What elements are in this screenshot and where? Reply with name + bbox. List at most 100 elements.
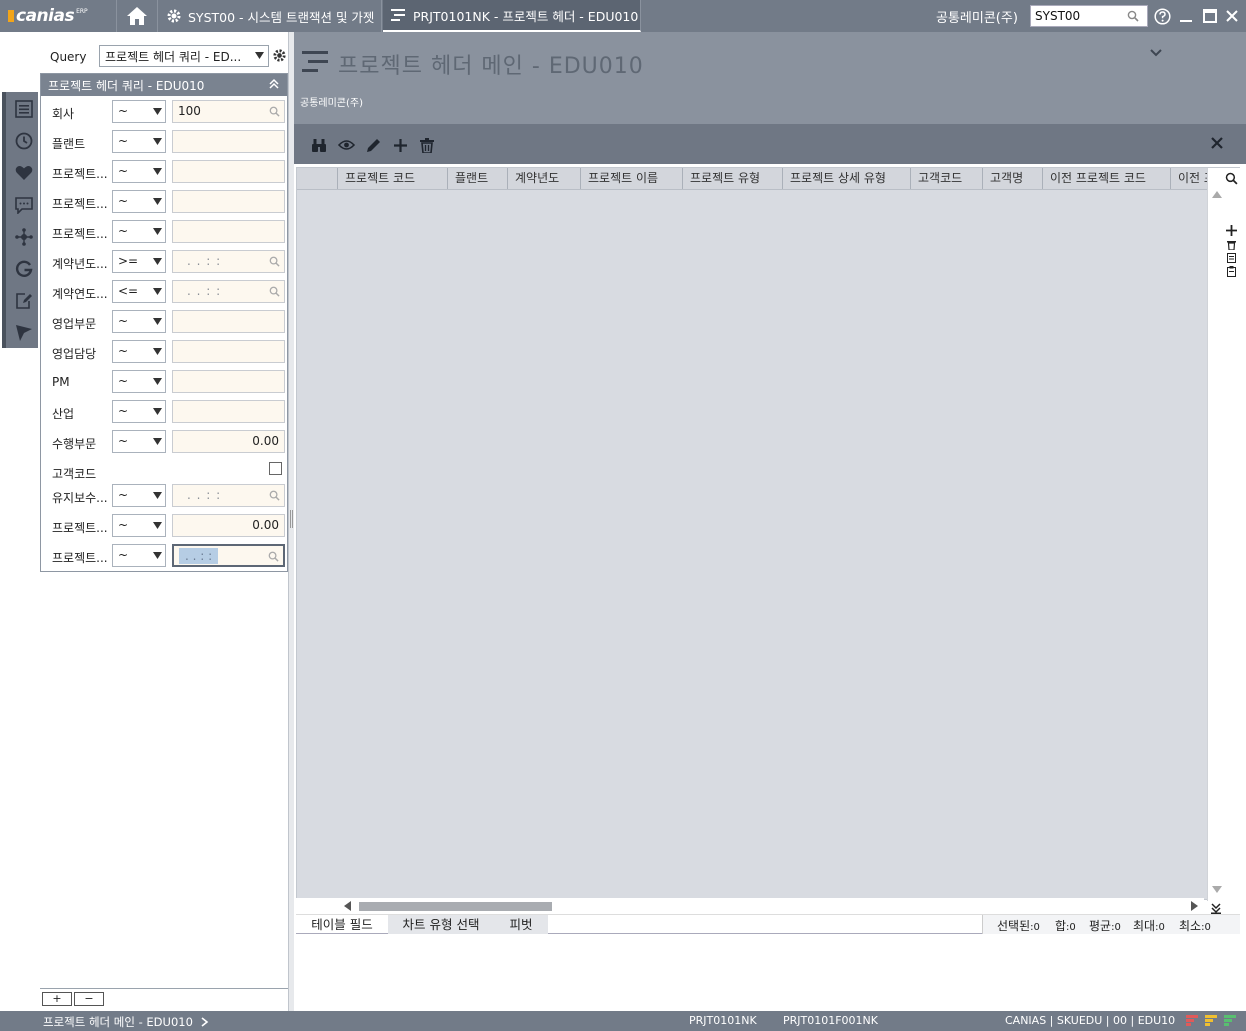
field-value-input[interactable] bbox=[172, 310, 285, 333]
data-grid[interactable]: 프로젝트 코드 플랜트 계약년도 프로젝트 이름 프로젝트 유형 프로젝트 상세 유형 고객… bbox=[296, 167, 1240, 901]
user-search-input[interactable] bbox=[1031, 6, 1127, 26]
network-button[interactable] bbox=[13, 226, 35, 248]
field-value-input[interactable] bbox=[172, 370, 285, 393]
field-value-input[interactable]: 0.00 bbox=[172, 430, 285, 453]
search-icon[interactable] bbox=[269, 256, 280, 267]
close-grid-button[interactable] bbox=[1210, 136, 1224, 153]
query-settings-button[interactable] bbox=[272, 48, 287, 66]
close-window-button[interactable] bbox=[1222, 6, 1242, 26]
field-operator-select[interactable]: ~ bbox=[112, 100, 166, 123]
search-icon[interactable] bbox=[1225, 172, 1238, 185]
field-value-input[interactable]: 100 bbox=[172, 100, 285, 123]
field-value-input[interactable]: . . : : bbox=[172, 484, 285, 507]
scroll-down-icon[interactable] bbox=[1212, 885, 1222, 894]
tab-chart-type[interactable]: 차트 유형 선택 bbox=[388, 915, 494, 934]
column-header[interactable]: 프로젝트 이름 bbox=[580, 168, 682, 189]
field-value-input[interactable] bbox=[172, 190, 285, 213]
remove-query-row-button[interactable]: − bbox=[74, 992, 104, 1006]
field-checkbox[interactable] bbox=[269, 462, 282, 475]
field-operator-select[interactable]: ~ bbox=[112, 370, 166, 393]
field-value-input[interactable] bbox=[172, 160, 285, 183]
history-button[interactable] bbox=[13, 130, 35, 152]
field-operator-select[interactable]: ~ bbox=[112, 220, 166, 243]
field-value-input[interactable] bbox=[172, 400, 285, 423]
search-icon[interactable] bbox=[269, 286, 280, 297]
field-operator-select[interactable]: ~ bbox=[112, 160, 166, 183]
column-header[interactable]: 프로젝트 상세 유형 bbox=[782, 168, 910, 189]
tab-pivot[interactable]: 피벗 bbox=[494, 915, 548, 934]
tab-table-fields[interactable]: 테이블 필드 bbox=[300, 915, 384, 934]
user-search-box[interactable] bbox=[1030, 5, 1148, 27]
query-select[interactable]: 프로젝트 헤더 쿼리 - ED... bbox=[99, 45, 269, 67]
column-header[interactable]: 플랜트 bbox=[447, 168, 507, 189]
scroll-right-icon[interactable] bbox=[1190, 901, 1198, 911]
home-button[interactable] bbox=[116, 0, 158, 32]
maximize-button[interactable] bbox=[1200, 6, 1220, 26]
help-button[interactable] bbox=[1152, 6, 1172, 26]
field-value-input[interactable]: 0.00 bbox=[172, 514, 285, 537]
query-panel-header[interactable]: 프로젝트 헤더 쿼리 - EDU010 bbox=[41, 74, 287, 96]
field-operator-select[interactable]: ~ bbox=[112, 310, 166, 333]
field-value-input[interactable] bbox=[172, 130, 285, 153]
field-operator-select[interactable]: ~ bbox=[112, 544, 166, 567]
status-breadcrumb[interactable]: 프로젝트 헤더 메인 - EDU010 bbox=[43, 1014, 209, 1030]
copy-row-icon[interactable] bbox=[1227, 253, 1236, 263]
edit-button[interactable] bbox=[364, 136, 382, 154]
field-operator-select[interactable]: ~ bbox=[112, 130, 166, 153]
find-button[interactable] bbox=[310, 136, 328, 154]
add-button[interactable] bbox=[391, 136, 409, 154]
green-flag-icon[interactable] bbox=[1224, 1014, 1236, 1027]
tab-syst00[interactable]: SYST00 - 시스템 트랜잭션 및 가젯 bbox=[158, 0, 382, 32]
favorites-button[interactable] bbox=[13, 162, 35, 184]
row-selector-header[interactable] bbox=[297, 168, 337, 189]
column-header[interactable]: 계약년도 bbox=[507, 168, 580, 189]
search-icon[interactable] bbox=[1127, 10, 1139, 22]
delete-row-icon[interactable] bbox=[1227, 240, 1236, 250]
navigate-button[interactable] bbox=[13, 322, 35, 344]
search-icon[interactable] bbox=[269, 106, 280, 117]
column-header[interactable]: 고객명 bbox=[982, 168, 1042, 189]
scroll-up-icon[interactable] bbox=[1212, 190, 1222, 199]
field-operator-select[interactable]: >= bbox=[112, 250, 166, 273]
add-query-row-button[interactable]: + bbox=[42, 992, 72, 1006]
add-row-icon[interactable] bbox=[1226, 225, 1237, 236]
minimize-button[interactable] bbox=[1176, 6, 1196, 26]
tab-prjt0101nk[interactable]: PRJT0101NK - 프로젝트 헤더 - EDU010 bbox=[383, 0, 641, 32]
scroll-thumb[interactable] bbox=[359, 902, 552, 911]
field-operator-select[interactable]: ~ bbox=[112, 514, 166, 537]
field-operator-select[interactable]: ~ bbox=[112, 400, 166, 423]
paste-row-icon[interactable] bbox=[1227, 266, 1236, 277]
search-icon[interactable] bbox=[268, 551, 279, 562]
field-value-input[interactable]: . . : : bbox=[172, 250, 285, 273]
field-value-input[interactable]: . . : : bbox=[172, 544, 285, 567]
scroll-to-bottom-icon[interactable] bbox=[1211, 902, 1221, 914]
search-icon[interactable] bbox=[269, 490, 280, 501]
red-flag-icon[interactable] bbox=[1186, 1014, 1198, 1027]
field-value-input[interactable] bbox=[172, 220, 285, 243]
horizontal-scrollbar[interactable] bbox=[296, 898, 1204, 914]
field-operator-select[interactable]: ~ bbox=[112, 190, 166, 213]
messages-button[interactable] bbox=[13, 194, 35, 216]
chevron-down-icon[interactable] bbox=[1149, 48, 1163, 58]
field-value-input[interactable]: . . : : bbox=[172, 280, 285, 303]
field-operator-select[interactable]: ~ bbox=[112, 340, 166, 363]
column-header[interactable]: 이전 프 bbox=[1170, 168, 1207, 189]
yellow-flag-icon[interactable] bbox=[1205, 1014, 1217, 1027]
column-header[interactable]: 고객코드 bbox=[910, 168, 982, 189]
view-button[interactable] bbox=[337, 136, 355, 154]
splitter-grip[interactable] bbox=[290, 510, 293, 528]
column-header[interactable]: 이전 프로젝트 코드 bbox=[1042, 168, 1170, 189]
edit-note-button[interactable] bbox=[13, 290, 35, 312]
field-value-input[interactable] bbox=[172, 340, 285, 363]
column-header[interactable]: 프로젝트 유형 bbox=[682, 168, 782, 189]
delete-button[interactable] bbox=[418, 136, 436, 154]
refresh-button[interactable] bbox=[13, 258, 35, 280]
field-operator-select[interactable]: ~ bbox=[112, 484, 166, 507]
field-operator-select[interactable]: ~ bbox=[112, 430, 166, 453]
column-header[interactable]: 프로젝트 코드 bbox=[337, 168, 447, 189]
list-view-button[interactable] bbox=[13, 98, 35, 120]
collapse-up-icon[interactable] bbox=[269, 78, 279, 90]
canias-logo[interactable]: canias ERP bbox=[0, 0, 116, 32]
field-operator-select[interactable]: <= bbox=[112, 280, 166, 303]
scroll-left-icon[interactable] bbox=[344, 901, 352, 911]
